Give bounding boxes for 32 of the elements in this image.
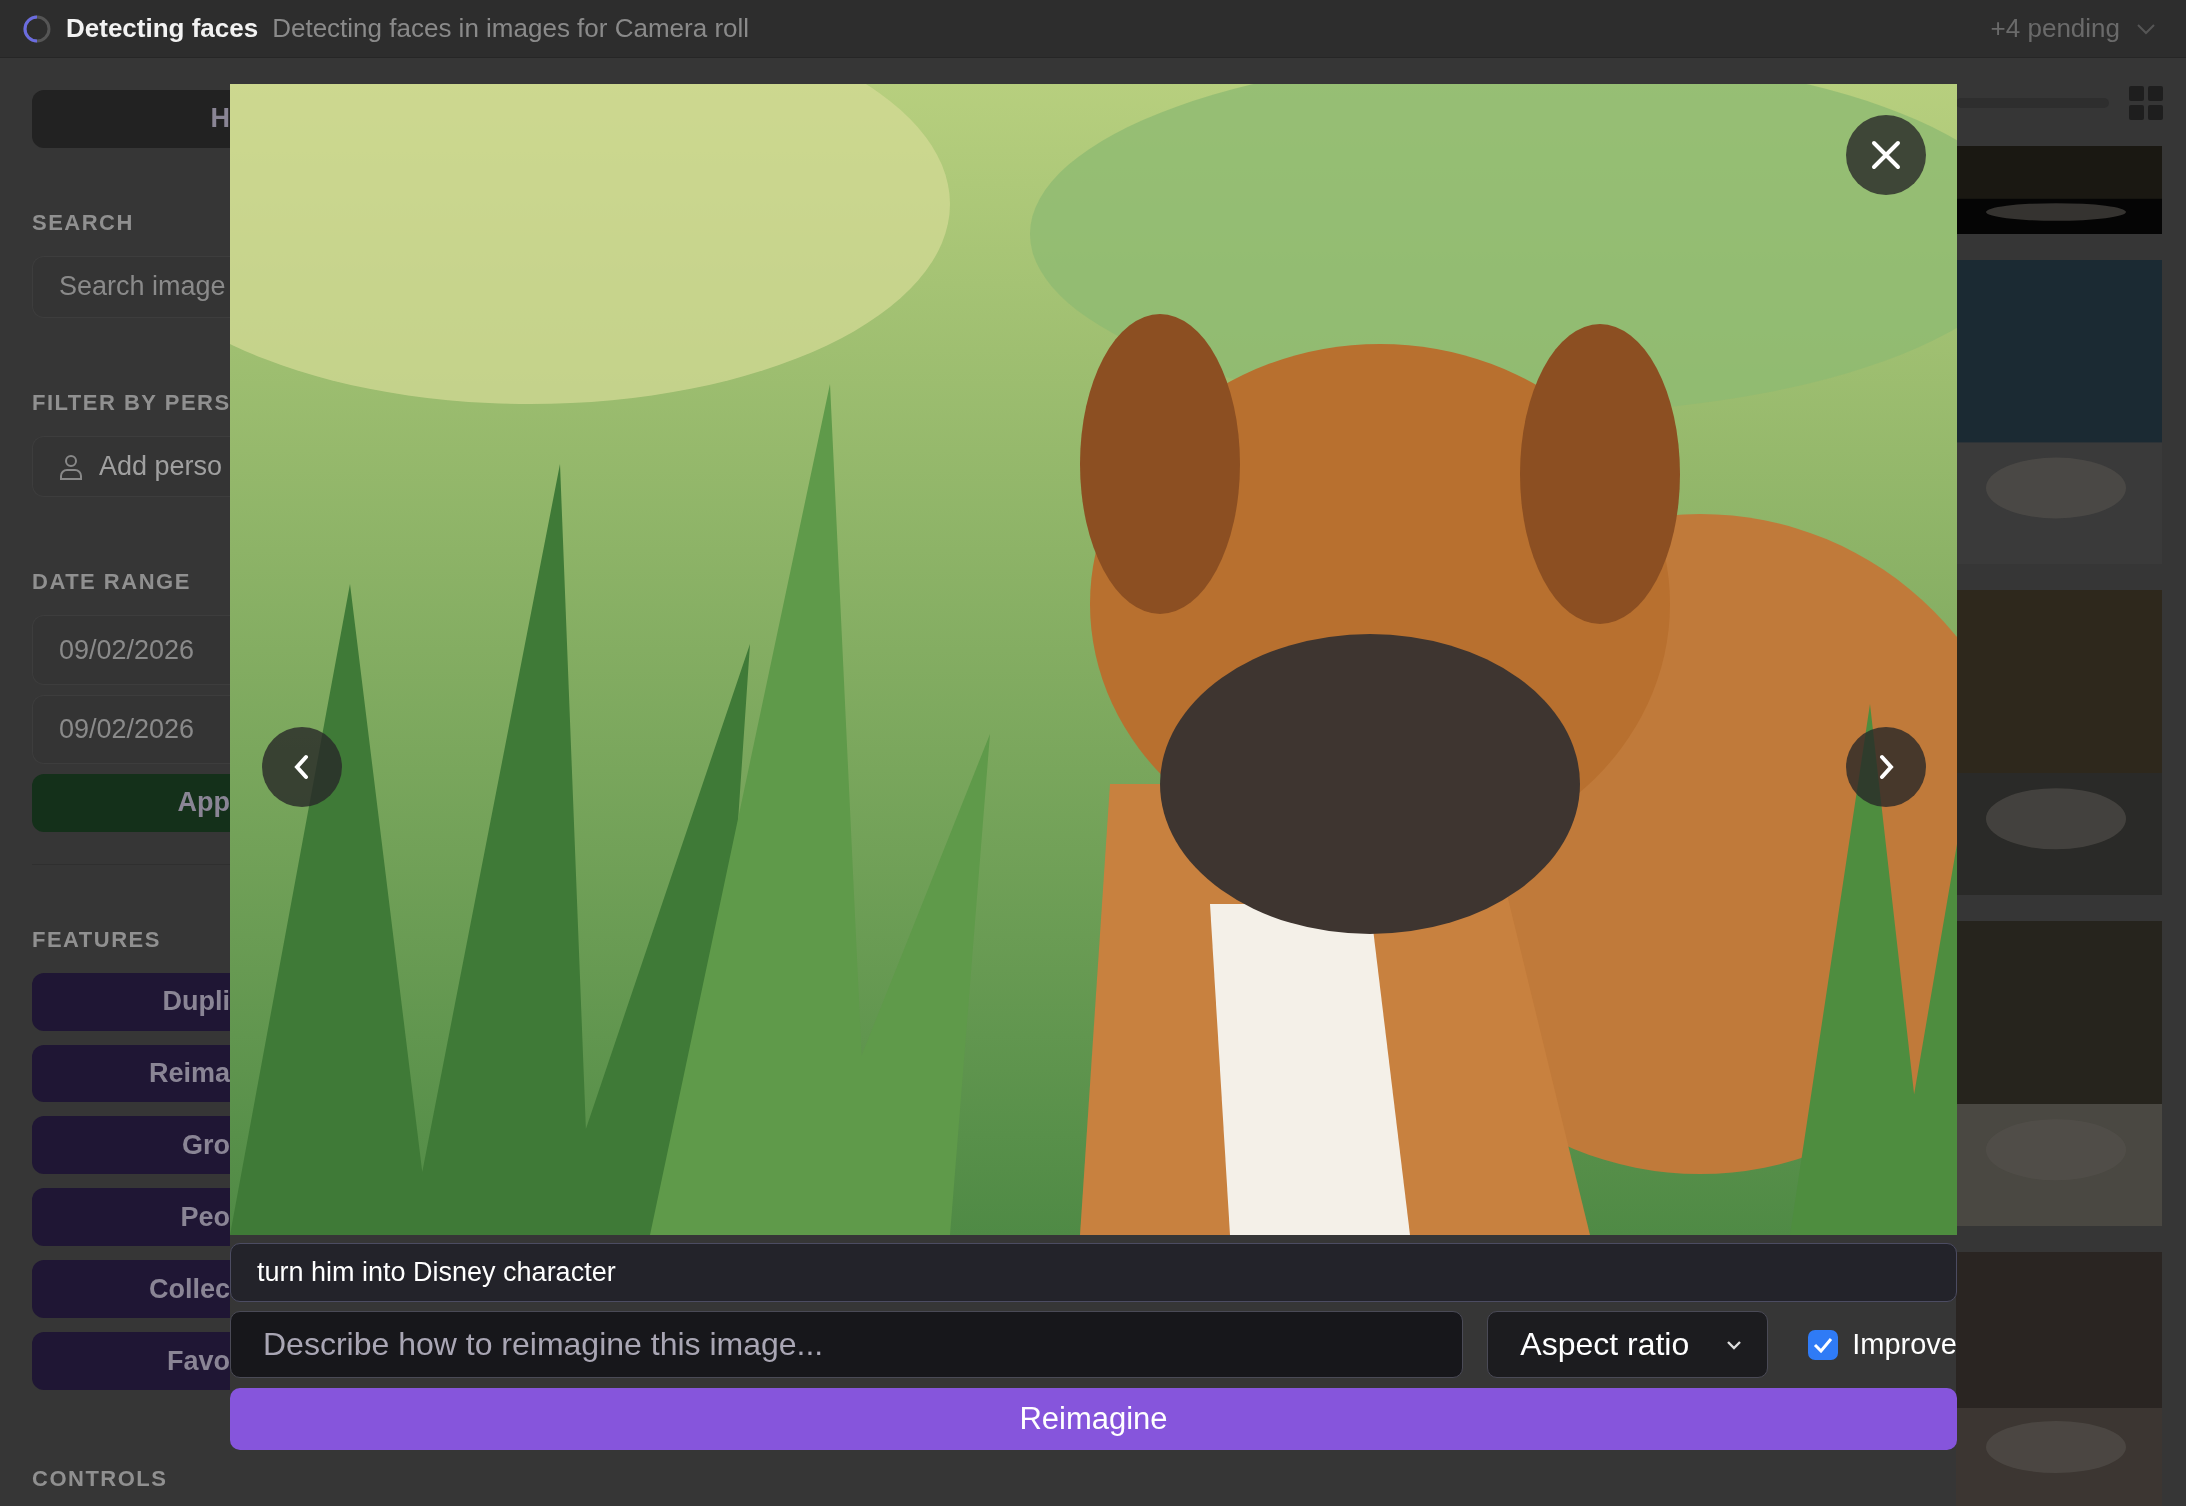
date-field[interactable]: 09/02/2026 (32, 615, 230, 685)
status-title: Detecting faces (66, 13, 259, 44)
spinner-icon (22, 13, 52, 44)
sidebar-button[interactable]: Reima (32, 1044, 230, 1103)
section-heading: FEATURES (32, 926, 162, 953)
date-field[interactable]: 09/02/2026 (32, 694, 230, 764)
pending-count: +4 pending (1990, 13, 2120, 44)
person-field[interactable]: Add perso (32, 435, 230, 498)
field-text: Add perso (99, 451, 223, 482)
search-field[interactable]: Search image (32, 255, 230, 318)
sidebar-button[interactable]: Gro (32, 1116, 230, 1175)
sidebar-button[interactable]: Dupli (32, 972, 230, 1031)
prompt-text: turn him into Disney character (230, 1243, 1957, 1302)
check-icon (1813, 1336, 1834, 1353)
aspect-ratio-select[interactable]: Aspect ratio (1487, 1311, 1769, 1378)
section-heading: SEARCH (32, 209, 135, 236)
caret-icon (1725, 1338, 1744, 1351)
sidebar-button[interactable]: Favo (32, 1332, 230, 1390)
sidebar-button[interactable]: Peo (32, 1188, 230, 1247)
section-heading: DATE RANGE (32, 569, 192, 596)
sidebar-button[interactable]: App (32, 773, 230, 832)
status-subtitle: Detecting faces in images for Camera roll (272, 13, 750, 44)
section-heading: CONTROLS (32, 1466, 169, 1492)
scrollbar-track[interactable] (1956, 98, 2109, 108)
sidebar-button[interactable]: Collec (32, 1260, 230, 1319)
prompt-input[interactable]: Describe how to reimagine this image... (230, 1311, 1464, 1378)
reimagine-button[interactable]: Reimagine (230, 1388, 1957, 1450)
checkbox-label: Improve (1852, 1328, 1957, 1361)
sidebar-button[interactable]: H (32, 90, 230, 148)
section-heading: FILTER BY PERS (32, 389, 230, 416)
improve-checkbox[interactable] (1808, 1329, 1839, 1360)
person-icon (59, 453, 83, 480)
